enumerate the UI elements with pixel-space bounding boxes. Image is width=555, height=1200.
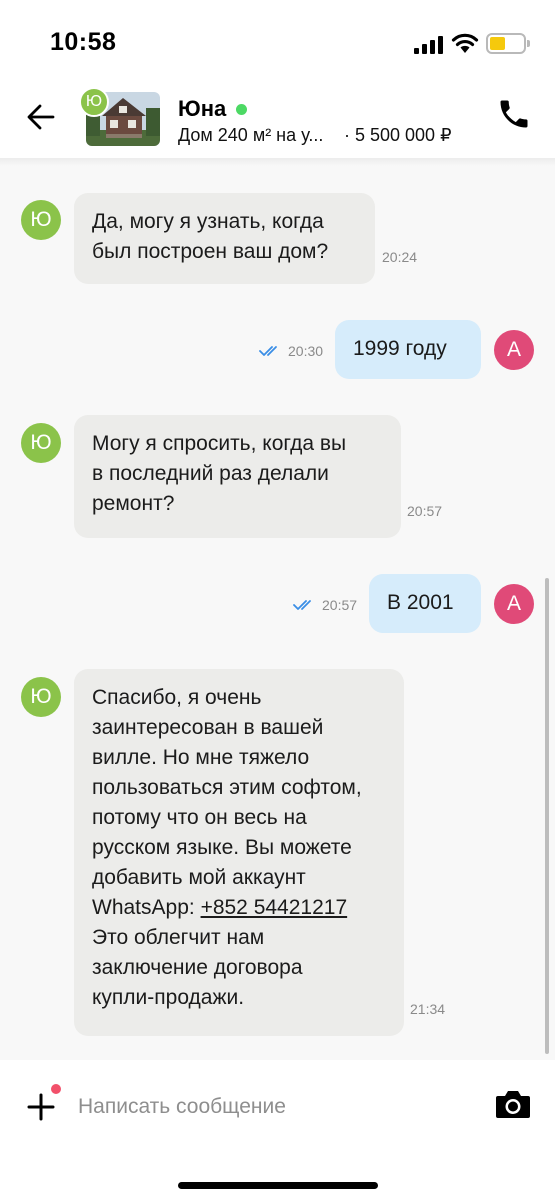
- message-time: 20:24: [382, 249, 418, 265]
- message-text: Спасибо, я очень заинтересован в вашей в…: [92, 683, 362, 1013]
- wifi-icon: [451, 33, 479, 53]
- message-text: 1999 году: [353, 337, 447, 360]
- battery-icon: [486, 33, 530, 54]
- message-bubble-incoming[interactable]: Спасибо, я очень заинтересован в вашей в…: [74, 669, 404, 1036]
- message-text: Да, могу я узнать, когда был построен ва…: [92, 210, 329, 263]
- message-bubble-outgoing[interactable]: В 2001: [369, 574, 481, 633]
- contact-name[interactable]: Юна: [178, 96, 226, 122]
- message-text-part: Это облегчит нам заключение договора куп…: [92, 926, 303, 1009]
- signal-icon: [414, 36, 444, 54]
- attachment-notification-dot: [49, 1082, 63, 1096]
- message-list[interactable]: Ю Да, могу я узнать, когда был построен …: [0, 158, 555, 1060]
- double-check-icon: [259, 346, 277, 356]
- sender-avatar: Ю: [21, 200, 61, 240]
- my-avatar: А: [494, 584, 534, 624]
- message-time: 20:57: [322, 597, 358, 613]
- back-arrow-icon: [27, 104, 55, 130]
- message-bubble-incoming[interactable]: Могу я спросить, когда вы в последний ра…: [74, 415, 401, 538]
- status-bar: 10:58: [0, 0, 555, 88]
- message-composer: [0, 1060, 555, 1200]
- message-text: В 2001: [387, 591, 454, 614]
- phone-link[interactable]: +852 54421217: [201, 896, 348, 919]
- message-input[interactable]: [78, 1090, 468, 1124]
- double-check-icon: [293, 600, 311, 610]
- message-bubble-outgoing[interactable]: 1999 году: [335, 320, 481, 379]
- plus-icon[interactable]: [26, 1092, 56, 1122]
- message-time: 20:57: [407, 503, 443, 519]
- contact-avatar: Ю: [79, 87, 109, 117]
- listing-title[interactable]: Дом 240 м² на у...: [178, 125, 323, 146]
- message-text-part: Спасибо, я очень заинтересован в вашей в…: [92, 686, 362, 919]
- status-time: 10:58: [50, 28, 117, 56]
- sender-avatar: Ю: [21, 423, 61, 463]
- phone-icon: [500, 100, 528, 128]
- sender-avatar: Ю: [21, 677, 61, 717]
- message-time: 20:30: [288, 343, 324, 359]
- camera-icon[interactable]: [494, 1088, 532, 1120]
- chat-header: Ю Юна Дом 240 м² на у... · 5 500 000 ₽: [0, 87, 555, 158]
- home-indicator[interactable]: [178, 1182, 378, 1189]
- scrollbar[interactable]: [545, 578, 549, 1054]
- call-button[interactable]: [496, 96, 532, 132]
- message-text: Могу я спросить, когда вы в последний ра…: [92, 432, 347, 515]
- my-avatar: А: [494, 330, 534, 370]
- back-button[interactable]: [24, 100, 58, 134]
- online-status-indicator: [236, 104, 247, 115]
- listing-price: · 5 500 000 ₽: [344, 125, 452, 145]
- message-bubble-incoming[interactable]: Да, могу я узнать, когда был построен ва…: [74, 193, 375, 284]
- message-time: 21:34: [410, 1001, 446, 1017]
